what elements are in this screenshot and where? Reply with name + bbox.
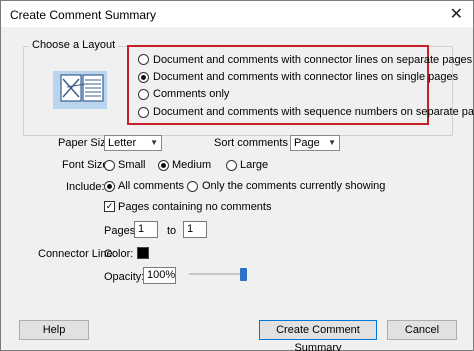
pages-from-value: 1 <box>138 223 145 235</box>
include-option-label: Only the comments currently showing <box>202 180 386 192</box>
opacity-input[interactable]: 100% <box>143 267 176 284</box>
help-button[interactable]: Help <box>19 320 89 340</box>
include-label: Include: <box>66 181 105 193</box>
layout-group-label: Choose a Layout <box>29 39 119 51</box>
layout-radio-single-pages[interactable] <box>138 72 149 83</box>
layout-option-label: Document and comments with connector lin… <box>153 54 473 66</box>
pages-no-comments-label: Pages containing no comments <box>118 201 272 213</box>
opacity-slider-track[interactable] <box>189 273 247 275</box>
chevron-down-icon: ▼ <box>328 138 336 147</box>
sort-by-value: Page <box>294 137 320 149</box>
layout-radio-sequence-numbers[interactable] <box>138 107 149 118</box>
pages-from-input[interactable]: 1 <box>134 221 158 238</box>
font-size-option-label: Medium <box>172 159 212 171</box>
layout-option-label: Document and comments with connector lin… <box>153 71 459 83</box>
paper-size-select[interactable]: Letter ▼ <box>104 135 162 151</box>
window-title: Create Comment Summary <box>10 8 157 22</box>
create-comment-summary-button[interactable]: Create Comment Summary <box>259 320 377 351</box>
pages-label: Pages <box>104 225 136 237</box>
layout-option-label: Comments only <box>153 88 230 100</box>
pages-to-input[interactable]: 1 <box>183 221 207 238</box>
opacity-value: 100% <box>147 269 176 281</box>
font-size-option-label: Large <box>240 159 269 171</box>
font-size-radio-large[interactable] <box>226 160 237 171</box>
layout-option-label: Document and comments with sequence numb… <box>153 106 474 118</box>
create-comment-summary-dialog: Create Comment Summary ✕ Choose a Layout… <box>0 0 474 351</box>
font-size-radio-medium[interactable] <box>158 160 169 171</box>
title-bar: Create Comment Summary ✕ <box>1 1 473 27</box>
layout-preview-icon <box>53 71 107 109</box>
sort-by-select[interactable]: Page ▼ <box>290 135 340 151</box>
layout-radio-comments-only[interactable] <box>138 89 149 100</box>
font-size-option-label: Small <box>118 159 146 171</box>
include-radio-showing-only[interactable] <box>187 181 198 192</box>
pages-to-value: 1 <box>187 223 194 235</box>
font-size-radio-small[interactable] <box>104 160 115 171</box>
connector-color-swatch[interactable] <box>137 247 149 259</box>
include-radio-all-comments[interactable] <box>104 181 115 192</box>
layout-radio-separate-pages[interactable] <box>138 54 149 65</box>
pages-to-label: to <box>167 225 177 237</box>
opacity-slider-thumb[interactable] <box>240 268 247 281</box>
include-option-label: All comments <box>118 180 185 192</box>
opacity-label: Opacity: <box>104 271 145 283</box>
cancel-button[interactable]: Cancel <box>387 320 457 340</box>
connector-color-label: Color: <box>104 248 134 260</box>
pages-no-comments-checkbox[interactable]: ✓ <box>104 201 115 212</box>
paper-size-value: Letter <box>108 137 137 149</box>
chevron-down-icon: ▼ <box>150 138 158 147</box>
close-icon[interactable]: ✕ <box>450 4 463 24</box>
